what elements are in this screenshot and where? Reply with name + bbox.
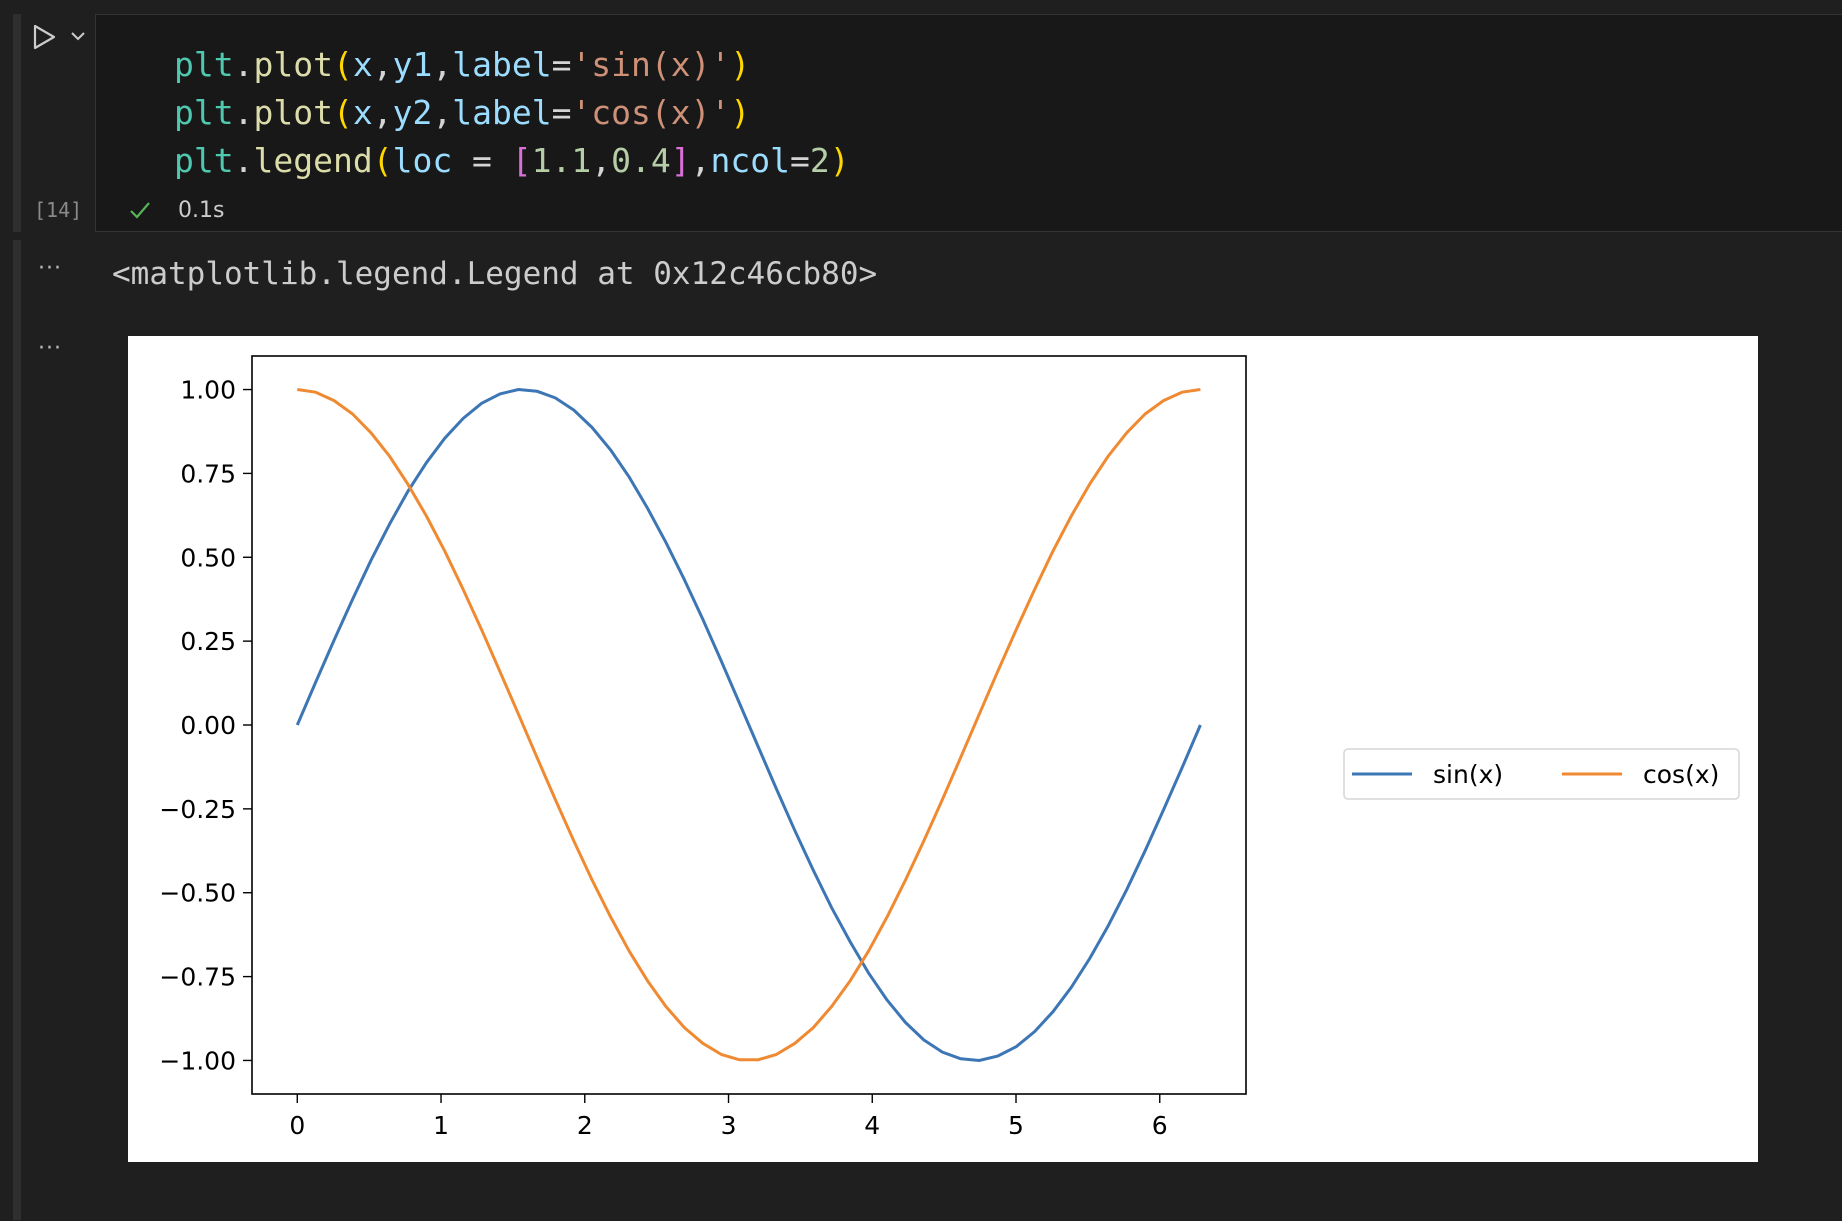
code-token: ( — [332, 45, 353, 84]
code-token: , — [432, 45, 453, 84]
code-line[interactable]: plt.legend(loc = [1.1,0.4],ncol=2) — [174, 137, 850, 185]
x-tick-label: 5 — [1008, 1111, 1024, 1140]
code-token: ) — [829, 141, 850, 180]
code-line[interactable]: plt.plot(x,y1,label='sin(x)') — [174, 41, 850, 89]
code-token: ] — [670, 141, 691, 180]
code-token: legend — [253, 141, 373, 180]
series-line-sin — [295, 388, 1202, 1062]
code-token: , — [432, 93, 453, 132]
code-token: 0.4 — [611, 141, 671, 180]
code-token: loc — [392, 141, 453, 180]
y-tick-label: −0.75 — [159, 963, 236, 992]
code-token: 2 — [809, 141, 830, 180]
legend-label-cos: cos(x) — [1643, 760, 1719, 789]
line-chart: 0 1 2 3 4 5 6 1.00 0.75 0.50 0.25 0.00 −0.25 −0.50 −0.… — [159, 355, 1740, 1140]
x-tick-label: 4 — [864, 1111, 880, 1140]
code-token: , — [372, 45, 393, 84]
y-tick-label: 0.00 — [180, 711, 236, 740]
execution-count: [14] — [34, 198, 83, 222]
output-text: <matplotlib.legend.Legend at 0x12c46cb80… — [112, 256, 878, 292]
run-cell-icon[interactable] — [30, 22, 58, 52]
code-token: label — [452, 45, 552, 84]
output-more-icon[interactable]: ··· — [38, 256, 62, 281]
y-tick-label: −0.50 — [159, 879, 236, 908]
code-token: plt — [174, 141, 234, 180]
y-tick-label: −1.00 — [159, 1046, 236, 1075]
x-tick-label: 0 — [289, 1111, 305, 1140]
code-token: y1 — [392, 45, 433, 84]
code-token: = — [551, 93, 572, 132]
code-token: plt — [174, 45, 234, 84]
code-token: 1.1 — [531, 141, 592, 180]
code-token: ( — [372, 141, 393, 180]
code-token: = — [790, 141, 810, 180]
code-token: ) — [730, 93, 751, 132]
code-token: ( — [332, 93, 353, 132]
code-token: = — [551, 45, 572, 84]
code-token: plot — [253, 45, 333, 84]
code-token: x — [352, 93, 373, 132]
code-token: . — [233, 45, 254, 84]
y-tick-label: 0.25 — [180, 627, 236, 656]
code-token: y2 — [392, 93, 433, 132]
y-tick-label: 0.75 — [180, 459, 236, 488]
code-token: . — [233, 93, 254, 132]
x-tick-label: 6 — [1152, 1111, 1168, 1140]
code-token: = — [452, 141, 512, 180]
code-token: 'sin(x)' — [571, 45, 731, 84]
code-token: . — [233, 141, 254, 180]
plot-image: 0 1 2 3 4 5 6 1.00 0.75 0.50 0.25 0.00 −0.25 −0.50 −0.… — [128, 336, 1758, 1162]
y-tick-label: 1.00 — [180, 376, 236, 405]
y-tick-label: −0.25 — [159, 795, 236, 824]
checkmark-icon — [130, 202, 150, 219]
code-token: , — [591, 141, 612, 180]
code-token: 'cos(x)' — [571, 93, 731, 132]
code-token: , — [690, 141, 711, 180]
x-tick-label: 3 — [721, 1111, 737, 1140]
code-token: ncol — [710, 141, 790, 180]
execution-time: 0.1s — [178, 198, 225, 223]
code-line[interactable]: plt.plot(x,y2,label='cos(x)') — [174, 89, 850, 137]
y-tick-label: 0.50 — [180, 543, 236, 572]
code-token: plt — [174, 93, 234, 132]
output-more-icon[interactable]: ··· — [38, 336, 62, 361]
code-token: , — [372, 93, 393, 132]
code-token: [ — [511, 141, 532, 180]
code-token: x — [352, 45, 373, 84]
code-token: label — [452, 93, 552, 132]
code-lines[interactable]: plt.plot(x,y1,label='sin(x)') plt.plot(x,… — [174, 41, 850, 185]
cell-focus-rail — [13, 14, 21, 232]
x-tick-label: 1 — [433, 1111, 449, 1140]
x-tick-label: 2 — [577, 1111, 593, 1140]
code-token: plot — [253, 93, 333, 132]
code-cell-editor[interactable]: plt.plot(x,y1,label='sin(x)') plt.plot(x,… — [95, 14, 1842, 232]
code-token: ) — [730, 45, 751, 84]
chevron-down-icon[interactable] — [68, 26, 88, 46]
output-focus-rail — [13, 240, 21, 1220]
legend-label-sin: sin(x) — [1433, 760, 1503, 789]
